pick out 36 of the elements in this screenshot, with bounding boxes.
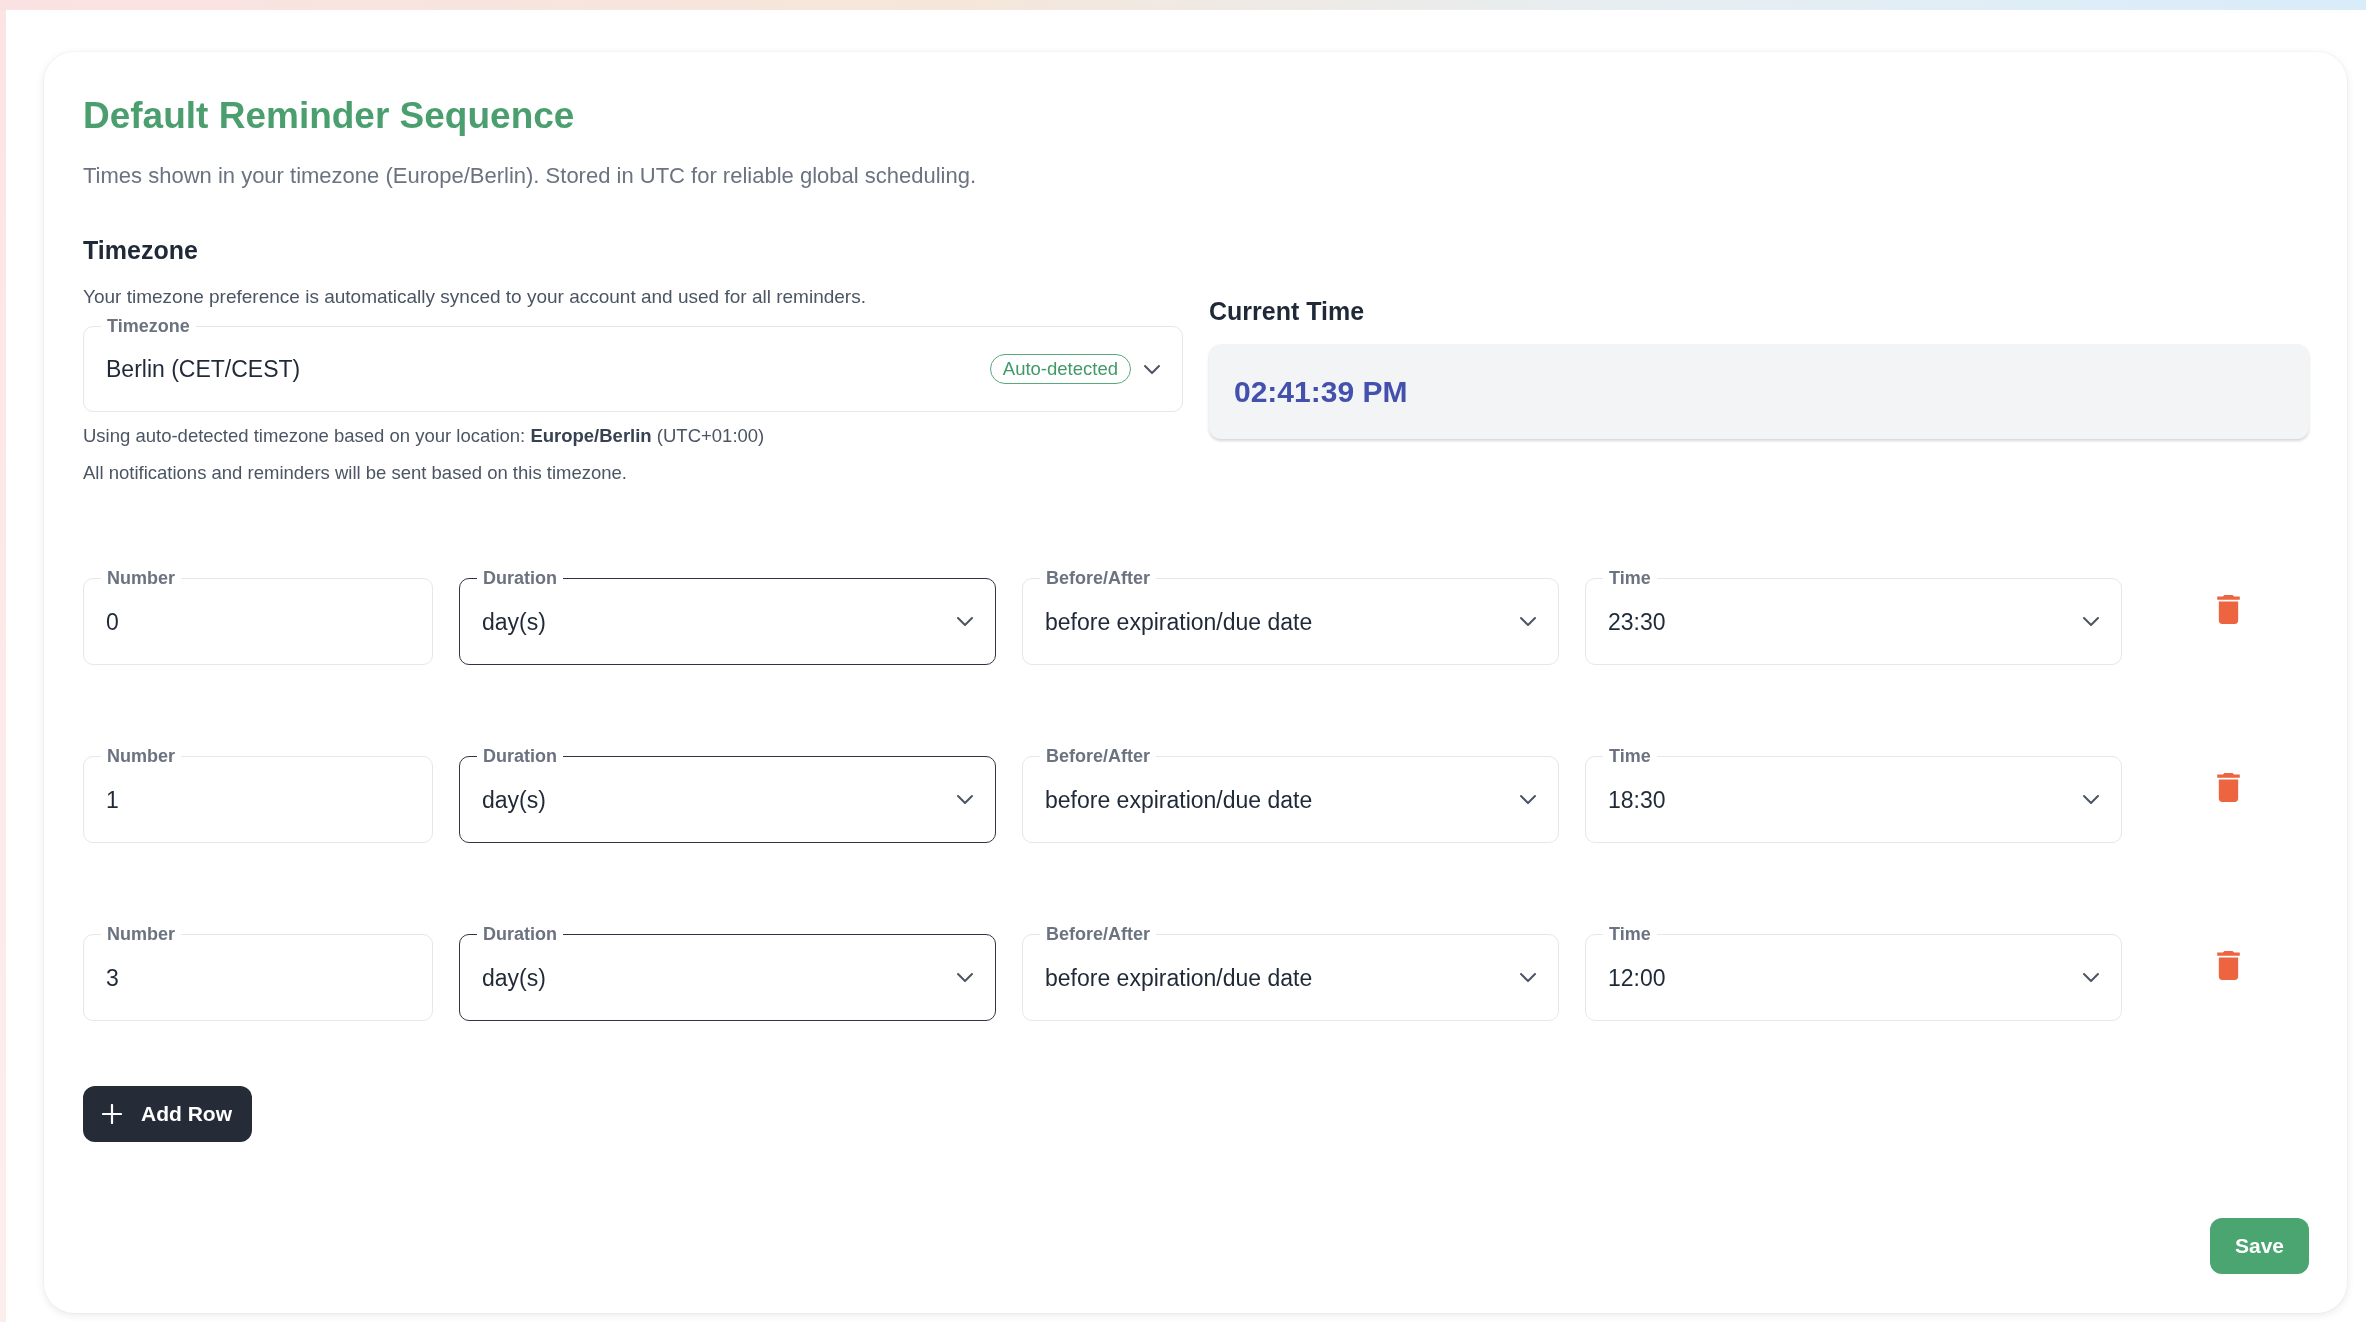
section-heading: Current Time [1209, 296, 1365, 327]
field-value: before expiration/due date [1045, 607, 1314, 637]
chevron-down-icon [957, 973, 973, 982]
chevron-down-icon [2083, 617, 2099, 626]
info-note: All notifications and reminders will be sent based on this timezone. [83, 461, 627, 485]
chevron-down-icon [2083, 795, 2099, 804]
chevron-down-icon [1520, 973, 1536, 982]
field-value: 3 [106, 963, 120, 993]
current-time-value: 02:41:39 PM [1234, 374, 1408, 409]
page-subtitle: Times shown in your timezone (Europe/Berlin). Stored in UTC for reliable global scheduling. [83, 162, 977, 190]
field-value: day(s) [482, 785, 547, 815]
chevron-down-icon [1520, 795, 1536, 804]
field-value: 1 [106, 785, 120, 815]
plus-icon [102, 1104, 122, 1124]
chevron-down-icon [957, 617, 973, 626]
info-note: Using auto-detected timezone based on your location: Europe/Berlin (UTC+01:00) [83, 424, 765, 448]
chevron-down-icon [957, 795, 973, 804]
field-value: Berlin (CET/CEST) [106, 355, 302, 384]
trash-icon[interactable] [2217, 773, 2240, 802]
chevron-down-icon [1144, 364, 1160, 374]
field-value: day(s) [482, 963, 547, 993]
section-heading: Timezone [83, 235, 198, 266]
section-description: Your timezone preference is automatically synced to your account and used for all reminders. [83, 285, 866, 309]
chevron-down-icon [1520, 617, 1536, 626]
page-title: Default Reminder Sequence [83, 94, 575, 138]
add-row-button[interactable]: Add Row [83, 1086, 252, 1142]
field-value: day(s) [482, 607, 547, 637]
field-value: 23:30 [1608, 607, 1667, 637]
field-value: before expiration/due date [1045, 963, 1314, 993]
field-value: before expiration/due date [1045, 785, 1314, 815]
field-value: 12:00 [1608, 963, 1667, 993]
trash-icon[interactable] [2217, 595, 2240, 624]
field-value: 0 [106, 607, 120, 637]
field-value: 18:30 [1608, 785, 1667, 815]
trash-icon[interactable] [2217, 951, 2240, 980]
chevron-down-icon [2083, 973, 2099, 982]
